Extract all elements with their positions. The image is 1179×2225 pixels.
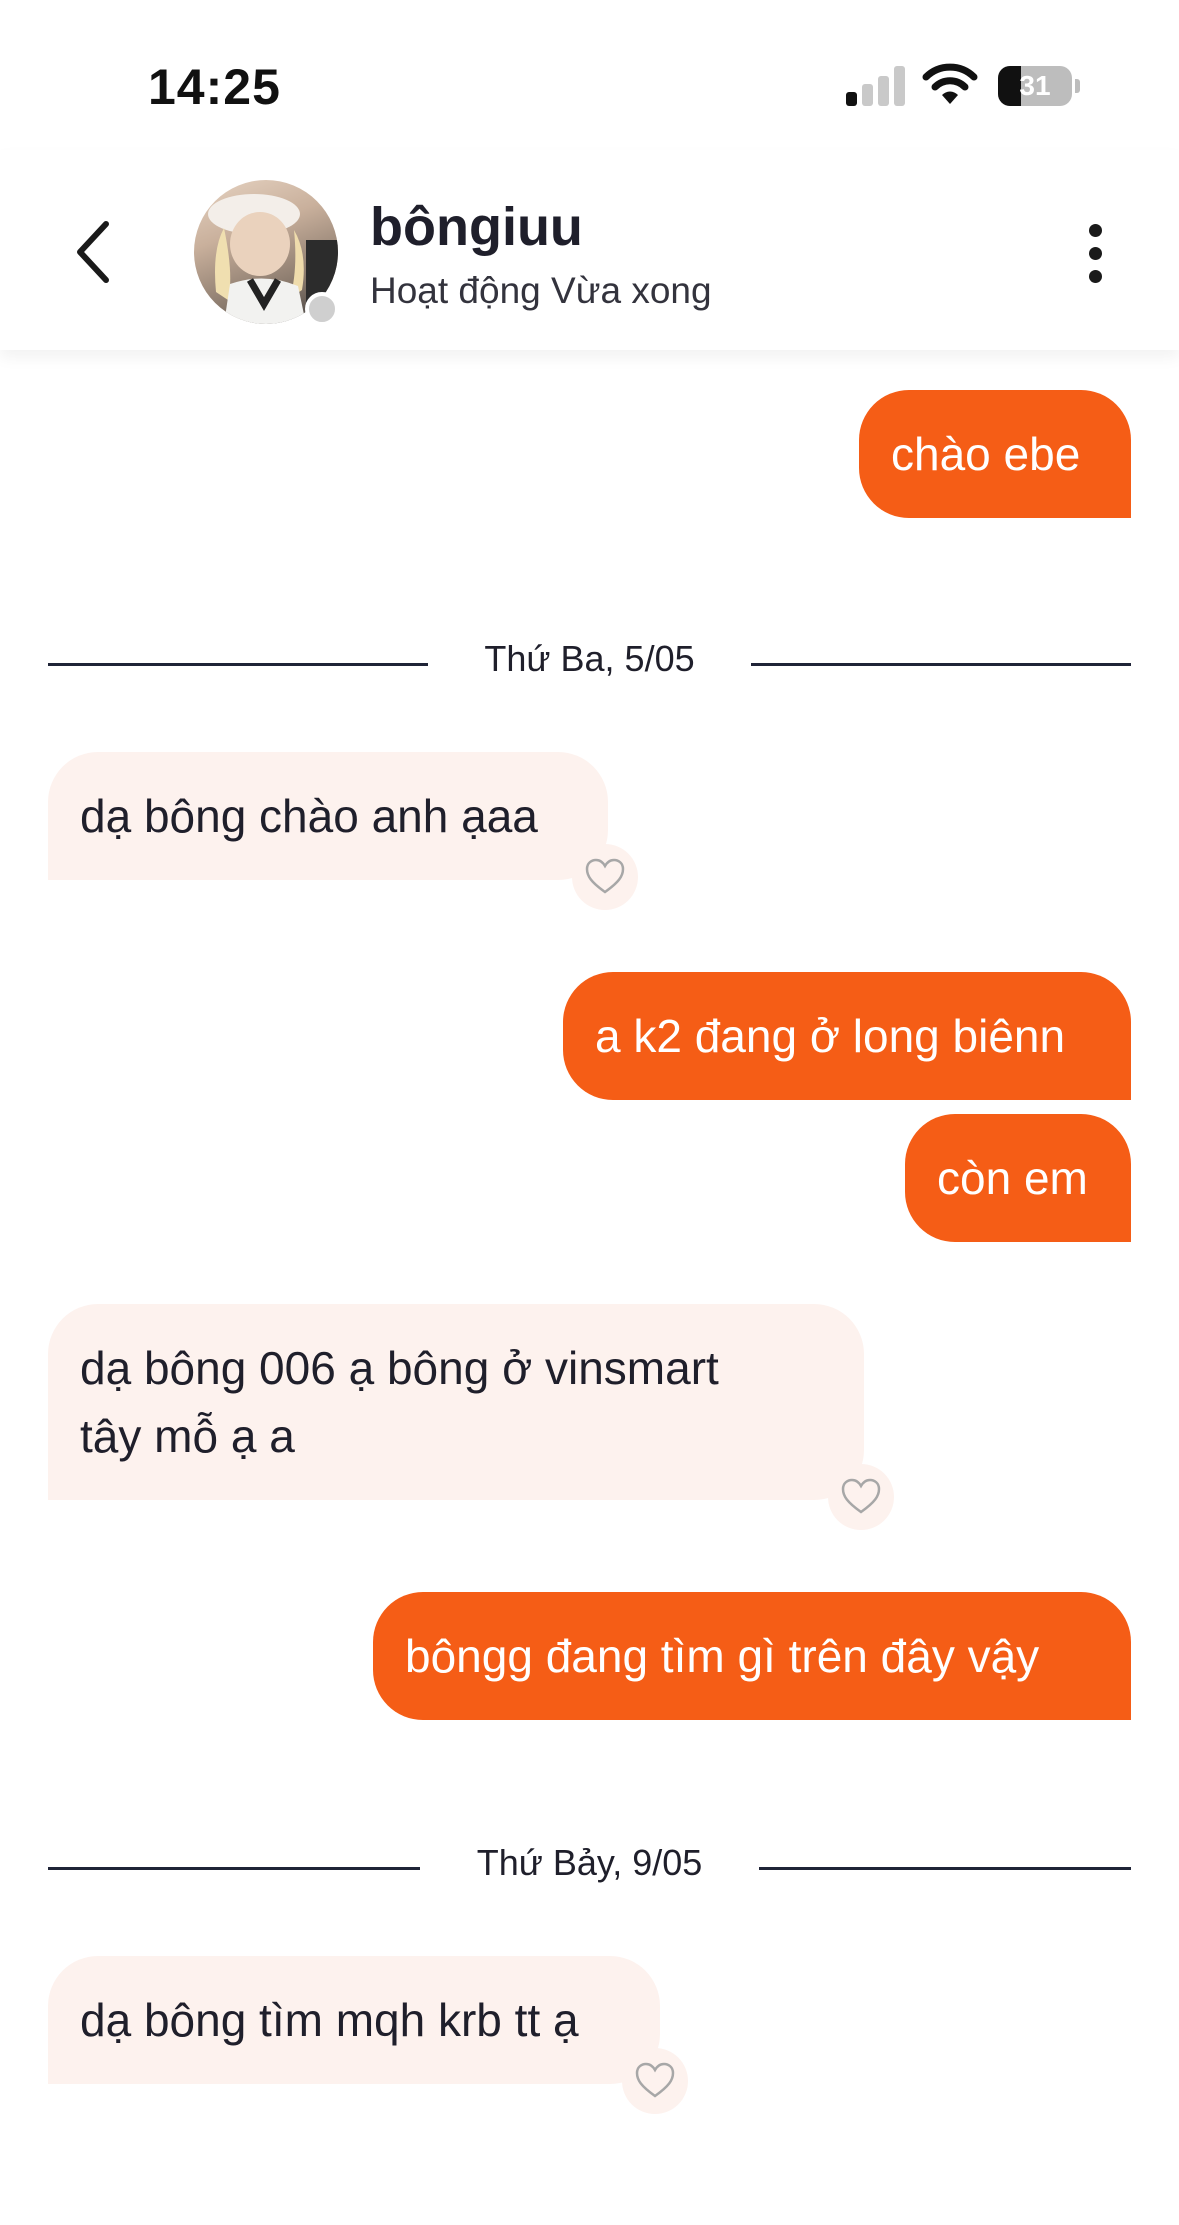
more-vertical-icon [1089, 224, 1102, 237]
status-bar: 14:25 31 [0, 0, 1179, 150]
cellular-signal-icon [846, 66, 906, 106]
online-status-dot [305, 292, 339, 326]
status-time: 14:25 [148, 59, 281, 115]
date-divider-label: Thứ Bảy, 9/05 [476, 1842, 703, 1883]
like-button[interactable] [572, 844, 638, 910]
chevron-left-icon [77, 221, 109, 283]
heart-icon [585, 858, 625, 894]
message-bubble-received[interactable]: dạ bông tìm mqh krb tt ạ [48, 1956, 660, 2084]
contact-name[interactable]: bôngiuu [370, 196, 583, 258]
wifi-icon [922, 62, 978, 108]
chat-header: bôngiuu Hoạt động Vừa xong [0, 150, 1179, 350]
message-bubble-sent[interactable]: chào ebe [859, 390, 1131, 518]
date-divider-label: Thứ Ba, 5/05 [484, 638, 695, 679]
date-divider: Thứ Ba, 5/05 [48, 634, 1131, 694]
message-bubble-sent[interactable]: a k2 đang ở long biênn [563, 972, 1131, 1100]
more-options-button[interactable] [1076, 224, 1116, 284]
like-button[interactable] [622, 2048, 688, 2114]
message-bubble-received[interactable]: dạ bông chào anh ạaa [48, 752, 608, 880]
heart-icon [635, 2062, 675, 2098]
heart-icon [841, 1478, 881, 1514]
message-bubble-sent[interactable]: bôngg đang tìm gì trên đây vậy [373, 1592, 1131, 1720]
battery-icon: 31 [998, 66, 1080, 106]
message-bubble-sent[interactable]: còn em [905, 1114, 1131, 1242]
message-bubble-received[interactable]: dạ bông 006 ạ bông ở vinsmart tây mỗ ạ a [48, 1304, 864, 1500]
contact-activity-status: Hoạt động Vừa xong [370, 270, 712, 311]
back-button[interactable] [66, 216, 122, 288]
battery-percentage: 31 [1019, 70, 1051, 101]
date-divider: Thứ Bảy, 9/05 [48, 1838, 1131, 1898]
message-list[interactable]: chào ebe Thứ Ba, 5/05 dạ bông chào anh ạ… [0, 350, 1179, 2225]
like-button[interactable] [828, 1464, 894, 1530]
